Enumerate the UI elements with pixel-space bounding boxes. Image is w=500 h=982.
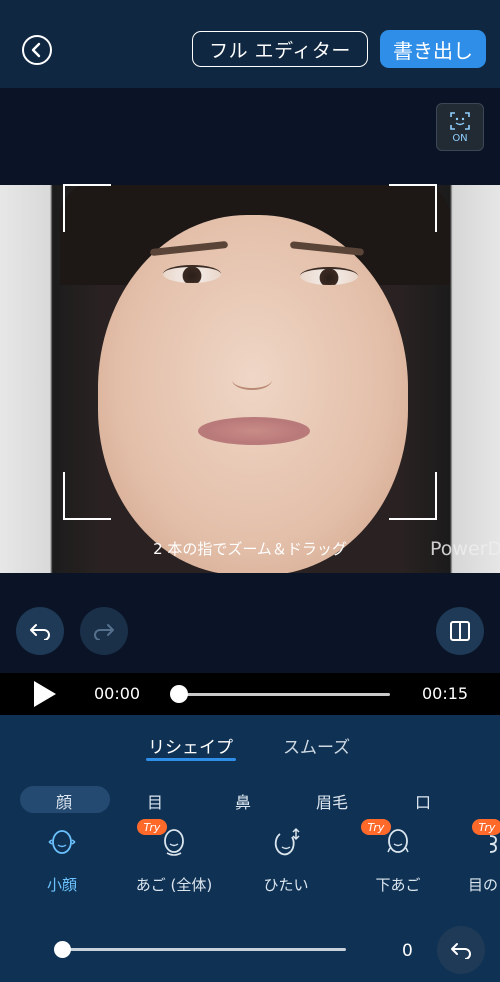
eye-distance-icon: [489, 835, 497, 853]
category-nose[interactable]: 鼻: [235, 789, 251, 813]
category-mouth[interactable]: 口: [415, 789, 431, 813]
preview-bottom-area: [0, 573, 500, 673]
redo-button[interactable]: [80, 607, 128, 655]
tool-label: ひたい: [263, 876, 309, 894]
back-button[interactable]: [22, 35, 52, 65]
export-button[interactable]: 書き出し: [380, 30, 486, 68]
undo-icon: [30, 624, 50, 640]
zoom-hint-text: 2 本の指でズーム＆ドラッグ: [153, 540, 347, 558]
category-eyebrows[interactable]: 眉毛: [316, 789, 348, 813]
face-slim-icon: [48, 830, 76, 854]
intensity-value: 0: [402, 941, 413, 961]
compare-button[interactable]: [436, 607, 484, 655]
split-compare-icon: [450, 621, 470, 641]
tool-label: あご (全体): [135, 876, 213, 894]
forehead-icon: [274, 827, 300, 856]
tab-smooth[interactable]: スムーズ: [283, 733, 350, 758]
face-detect-icon: [450, 111, 470, 130]
face-editor-screen: フル エディター 書き出し ON 2 本の指でズーム＆ドラッグ PowerD 0…: [0, 0, 500, 982]
chevron-left-icon: [31, 42, 41, 58]
intensity-slider-track[interactable]: [60, 948, 346, 951]
category-eyes[interactable]: 目: [147, 789, 163, 813]
intensity-slider-handle[interactable]: [54, 941, 71, 958]
crop-corner-top-left: [63, 184, 111, 232]
face-detect-status: ON: [452, 132, 468, 144]
watermark: PowerD: [430, 538, 500, 560]
tool-eye-distance[interactable]: 目の: [455, 826, 500, 895]
chin-full-icon: [164, 829, 184, 856]
total-time: 00:15: [422, 684, 469, 703]
timeline-handle[interactable]: [170, 685, 188, 703]
reset-icon: [451, 943, 471, 959]
crop-corner-bottom-right: [389, 472, 437, 520]
undo-button[interactable]: [16, 607, 64, 655]
tool-slim-face[interactable]: 小顔: [17, 826, 107, 895]
timeline-track[interactable]: [178, 693, 390, 696]
crop-corner-top-right: [389, 184, 437, 232]
current-time: 00:00: [94, 684, 141, 703]
tool-jaw[interactable]: 下あご: [353, 826, 443, 895]
tool-label: 小顔: [46, 876, 77, 894]
tool-forehead[interactable]: ひたい: [241, 826, 331, 895]
preview-top-area: [0, 88, 500, 185]
tab-reshape[interactable]: リシェイプ: [148, 733, 233, 758]
active-tab-indicator: [146, 758, 236, 761]
jaw-icon: [387, 829, 409, 853]
play-icon[interactable]: [34, 681, 56, 707]
redo-icon: [94, 624, 114, 640]
tool-label: 下あご: [375, 876, 421, 894]
face-detect-toggle[interactable]: ON: [436, 103, 484, 151]
reset-button[interactable]: [437, 926, 485, 974]
crop-corner-bottom-left: [63, 472, 111, 520]
category-face[interactable]: 顔: [56, 789, 72, 813]
full-editor-button[interactable]: フル エディター: [192, 31, 368, 67]
tool-chin-full[interactable]: あご (全体): [129, 826, 219, 895]
tool-label: 目の: [468, 876, 499, 894]
